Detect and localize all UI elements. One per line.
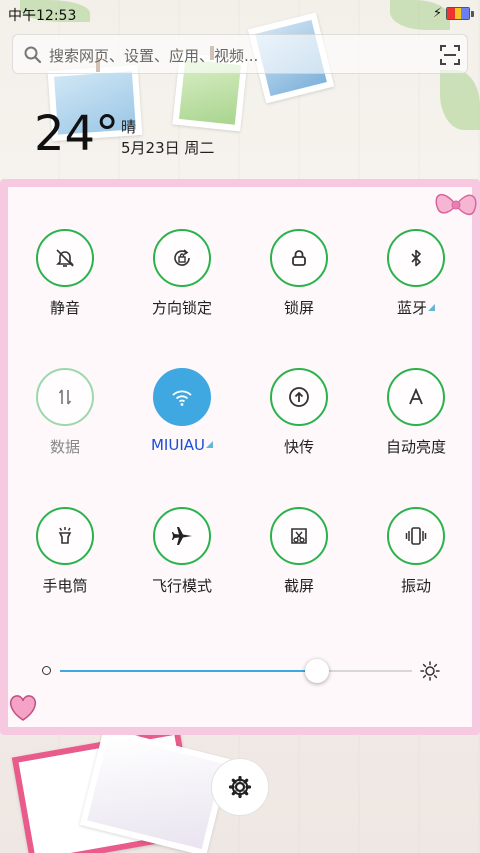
tile-label: 锁屏 <box>283 299 314 317</box>
tile-label: 截屏 <box>283 577 314 595</box>
tile-bluetooth[interactable]: 蓝牙 <box>373 229 459 329</box>
auto-brightness-toggle[interactable] <box>387 368 445 426</box>
auto-brightness-icon <box>409 387 423 405</box>
vibrate-toggle[interactable] <box>387 507 445 565</box>
lock-screen-toggle[interactable] <box>270 229 328 287</box>
gear-icon <box>228 775 252 799</box>
tile-lock-screen[interactable]: 锁屏 <box>256 229 342 329</box>
tile-quick-transfer[interactable]: 快传 <box>256 368 342 468</box>
screenshot-toggle[interactable] <box>270 507 328 565</box>
tile-rotation-lock[interactable]: 方向锁定 <box>139 229 225 329</box>
settings-button[interactable] <box>211 758 269 816</box>
lock-icon <box>292 250 306 266</box>
flashlight-toggle[interactable] <box>36 507 94 565</box>
search-placeholder[interactable]: 搜索网页、设置、应用、视频... <box>49 45 258 66</box>
expand-indicator-icon <box>428 304 435 311</box>
battery-icon <box>446 7 470 20</box>
brightness-low-icon <box>42 666 51 675</box>
expand-indicator-icon <box>206 441 213 448</box>
screenshot-icon <box>291 528 307 544</box>
bow-icon <box>435 193 477 216</box>
tile-data[interactable]: 数据 <box>22 368 108 468</box>
bell-mute-icon <box>56 249 74 267</box>
rotation-lock-icon <box>174 249 190 266</box>
tile-label: 数据 <box>49 438 80 456</box>
brightness-slider-fill <box>60 670 317 672</box>
tile-flashlight[interactable]: 手电筒 <box>22 507 108 607</box>
tile-label: 方向锁定 <box>151 299 212 317</box>
tile-label: 自动亮度 <box>385 438 446 456</box>
battery-tip <box>471 11 474 17</box>
scan-icon[interactable] <box>439 44 461 66</box>
data-arrows-icon <box>58 389 72 405</box>
vibrate-icon <box>405 527 427 545</box>
tile-mute[interactable]: 静音 <box>22 229 108 329</box>
brightness-slider[interactable] <box>60 659 412 683</box>
brightness-high-icon <box>420 661 440 681</box>
tile-label: 手电筒 <box>42 577 88 595</box>
airplane-icon <box>172 527 192 545</box>
charging-icon: ⚡ <box>433 6 443 21</box>
upload-icon <box>289 387 309 407</box>
tile-label: 蓝牙 <box>361 297 471 318</box>
status-time: 中午12:53 <box>8 8 77 24</box>
search-bar[interactable]: 搜索网页、设置、应用、视频... <box>12 34 468 74</box>
airplane-mode-toggle[interactable] <box>153 507 211 565</box>
tile-label: MIUIAU <box>127 436 237 454</box>
tile-label: 快传 <box>283 438 314 456</box>
temperature: 24° <box>34 106 120 162</box>
status-bar: 中午12:53 ⚡ <box>0 0 480 28</box>
heart-decoration-icon <box>9 695 37 721</box>
tile-label-text: 蓝牙 <box>396 299 427 317</box>
bluetooth-icon <box>411 249 421 267</box>
rotation-lock-toggle[interactable] <box>153 229 211 287</box>
quick-transfer-toggle[interactable] <box>270 368 328 426</box>
mute-toggle[interactable] <box>36 229 94 287</box>
tile-auto-brightness[interactable]: 自动亮度 <box>373 368 459 468</box>
tile-label: 飞行模式 <box>151 577 212 595</box>
wifi-icon <box>172 390 192 406</box>
tile-vibrate[interactable]: 振动 <box>373 507 459 607</box>
date: 5月23日 周二 <box>121 139 215 157</box>
tile-wifi[interactable]: MIUIAU <box>139 368 225 468</box>
data-toggle[interactable] <box>36 368 94 426</box>
tile-label: 振动 <box>400 577 431 595</box>
bluetooth-toggle[interactable] <box>387 229 445 287</box>
tile-screenshot[interactable]: 截屏 <box>256 507 342 607</box>
weather-condition: 晴 <box>121 118 137 136</box>
wifi-network-name: MIUIAU <box>150 436 205 454</box>
wifi-toggle[interactable] <box>153 368 211 426</box>
search-icon <box>24 46 42 64</box>
flashlight-icon <box>58 527 72 544</box>
tile-airplane-mode[interactable]: 飞行模式 <box>139 507 225 607</box>
tile-label: 静音 <box>49 299 80 317</box>
brightness-slider-thumb[interactable] <box>304 659 329 683</box>
